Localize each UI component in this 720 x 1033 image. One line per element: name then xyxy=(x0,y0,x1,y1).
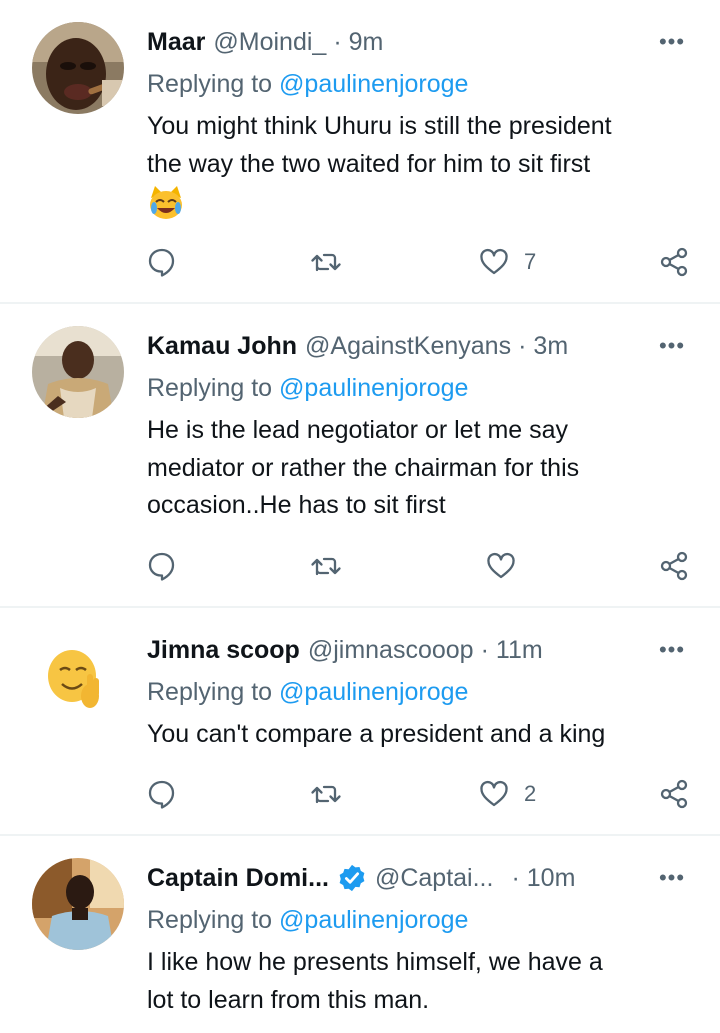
tweet-header: Maar @Moindi_ · 9m xyxy=(147,24,640,60)
share-button[interactable] xyxy=(658,546,690,586)
tweet-header: Kamau John @AgainstKenyans · 3m xyxy=(147,328,640,364)
reply-icon xyxy=(148,780,175,809)
replying-to: Replying to @paulinenjoroge xyxy=(147,674,468,710)
reply-feed: Maar @Moindi_ · 9m ••• Replying to @paul… xyxy=(0,0,720,1033)
replying-to-link[interactable]: @paulinenjoroge xyxy=(279,70,468,98)
like-count: 7 xyxy=(524,249,537,274)
user-handle[interactable]: @AgainstKenyans xyxy=(305,328,511,364)
replying-to: Replying to @paulinenjoroge xyxy=(147,370,468,406)
separator-dot: · xyxy=(518,332,527,360)
replying-to-label: Replying to xyxy=(147,374,273,402)
tweet-text-line: You can't compare a president and a king xyxy=(147,720,606,748)
tweet-header: Captain Domi... @Captai... · 10m xyxy=(147,860,640,896)
replying-to-label: Replying to xyxy=(147,678,273,706)
avatar-image xyxy=(32,858,124,950)
retweet-button[interactable] xyxy=(310,774,342,814)
retweet-button[interactable] xyxy=(310,242,342,282)
verified-badge xyxy=(339,864,365,892)
display-name[interactable]: Kamau John xyxy=(147,328,297,364)
replying-to-label: Replying to xyxy=(147,70,273,98)
joy-cat-emoji-icon xyxy=(150,186,182,219)
avatar-jimna-scoop[interactable] xyxy=(32,630,124,722)
timestamp[interactable]: 3m xyxy=(533,328,568,364)
timestamp[interactable]: 11m xyxy=(496,632,543,668)
like-button[interactable] xyxy=(485,546,517,586)
tweet-text: You can't compare a president and a king xyxy=(147,716,692,754)
reply-button[interactable] xyxy=(146,774,178,814)
tweet-header: Jimna scoop @jimnascooop · 11m xyxy=(147,632,640,668)
separator-dot: · xyxy=(333,28,342,56)
reply-tweet-1[interactable]: Maar @Moindi_ · 9m ••• Replying to @paul… xyxy=(0,0,720,302)
tweet-text: He is the lead negotiator or let me say … xyxy=(147,412,692,525)
like-icon xyxy=(480,249,508,275)
tweet-actions: 2 xyxy=(146,774,690,814)
display-name[interactable]: Maar xyxy=(147,24,205,60)
replying-to-link[interactable]: @paulinenjoroge xyxy=(279,374,468,402)
avatar-maar[interactable] xyxy=(32,22,124,114)
avatar-image xyxy=(32,22,124,114)
tweet-text-line: lot to learn from this man. xyxy=(147,985,430,1014)
share-button[interactable] xyxy=(658,774,690,814)
like-button[interactable]: 7 xyxy=(478,242,536,282)
share-icon xyxy=(660,551,688,581)
more-icon[interactable]: ••• xyxy=(654,860,690,896)
more-icon[interactable]: ••• xyxy=(654,328,690,364)
reply-icon xyxy=(148,552,175,581)
tweet-actions xyxy=(146,546,690,586)
display-name[interactable]: Captain Domi... xyxy=(147,860,329,896)
share-button[interactable] xyxy=(658,242,690,282)
reply-tweet-3[interactable]: Jimna scoop @jimnascooop · 11m ••• Reply… xyxy=(0,608,720,834)
tweet-text: I like how he presents himself, we have … xyxy=(147,944,692,1019)
reply-button[interactable] xyxy=(146,242,178,282)
tweet-actions: 7 xyxy=(146,242,690,282)
like-button[interactable]: 2 xyxy=(478,774,536,814)
replying-to-label: Replying to xyxy=(147,906,273,934)
reply-tweet-4[interactable]: Captain Domi... @Captai... · 10m ••• Rep… xyxy=(0,836,720,1033)
more-icon[interactable]: ••• xyxy=(654,632,690,668)
replying-to-link[interactable]: @paulinenjoroge xyxy=(279,906,468,934)
avatar-kamau-john[interactable] xyxy=(32,326,124,418)
verified-icon xyxy=(337,863,367,893)
user-handle[interactable]: @Captai... xyxy=(375,860,493,896)
avatar-captain-domi[interactable] xyxy=(32,858,124,950)
display-name[interactable]: Jimna scoop xyxy=(147,632,300,668)
tweet-text-line: He is the lead negotiator or let me say xyxy=(147,416,569,444)
retweet-icon xyxy=(311,557,341,576)
timestamp[interactable]: 9m xyxy=(349,24,384,60)
tweet-text-line: occasion..He has to sit first xyxy=(147,491,446,519)
share-icon xyxy=(660,779,688,809)
share-icon xyxy=(660,247,688,277)
replying-to: Replying to @paulinenjoroge xyxy=(147,902,468,938)
timestamp[interactable]: 10m xyxy=(527,860,576,896)
user-handle[interactable]: @jimnascooop xyxy=(308,632,474,668)
tweet-text-line: the way the two waited for him to sit fi… xyxy=(147,149,591,178)
more-icon[interactable]: ••• xyxy=(654,24,690,60)
retweet-button[interactable] xyxy=(310,546,342,586)
replying-to: Replying to @paulinenjoroge xyxy=(147,66,468,102)
avatar-image xyxy=(32,326,124,418)
reply-tweet-2[interactable]: Kamau John @AgainstKenyans · 3m ••• Repl… xyxy=(0,304,720,606)
user-handle[interactable]: @Moindi_ xyxy=(213,24,326,60)
tweet-text-line: You might think Uhuru is still the presi… xyxy=(147,112,612,140)
retweet-icon xyxy=(311,785,341,804)
tweet-text-line: I like how he presents himself, we have … xyxy=(147,948,603,976)
tweet-text: You might think Uhuru is still the presi… xyxy=(147,108,692,183)
separator-dot: · xyxy=(511,864,520,892)
like-icon xyxy=(487,553,515,579)
reply-button[interactable] xyxy=(146,546,178,586)
tweet-text-line: mediator or rather the chairman for this xyxy=(147,453,580,482)
separator-dot: · xyxy=(480,636,489,664)
like-icon xyxy=(480,781,508,807)
avatar-image xyxy=(32,630,124,722)
replying-to-link[interactable]: @paulinenjoroge xyxy=(279,678,468,706)
like-count: 2 xyxy=(524,781,537,806)
reply-icon xyxy=(148,248,175,277)
retweet-icon xyxy=(311,253,341,272)
